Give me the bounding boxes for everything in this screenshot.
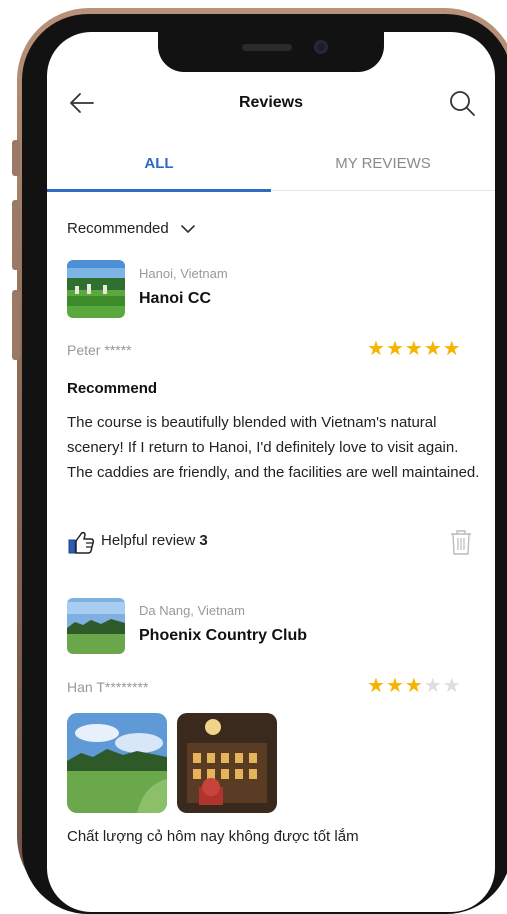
club-name[interactable]: Hanoi CC <box>139 290 211 308</box>
rating-stars: ★★★★★ <box>367 336 462 361</box>
review-body: The course is beautifully blended with V… <box>67 414 480 481</box>
review-title: Recommend <box>67 380 158 397</box>
star-filled-icon: ★ <box>385 675 405 697</box>
search-icon <box>450 91 475 116</box>
star-filled-icon: ★ <box>442 338 462 360</box>
camera-icon <box>314 40 328 54</box>
club-thumbnail[interactable] <box>67 598 125 654</box>
tab-active-indicator <box>47 189 271 192</box>
star-filled-icon: ★ <box>367 675 386 697</box>
page-title: Reviews <box>238 94 304 111</box>
club-location: Da Nang, Vietnam <box>139 603 245 618</box>
star-empty-icon: ★ <box>423 675 443 697</box>
rating-stars: ★★★★★ <box>367 673 462 698</box>
club-thumbnail[interactable] <box>67 260 125 318</box>
phone-volume-down <box>12 290 20 360</box>
club-location: Hanoi, Vietnam <box>139 266 228 281</box>
search-button[interactable] <box>447 88 477 118</box>
star-filled-icon: ★ <box>404 338 424 360</box>
phone-notch <box>158 32 384 72</box>
helpful-button[interactable] <box>67 528 95 556</box>
helpful-review-label: Helpful review 3 <box>101 532 208 549</box>
tab-my-reviews[interactable]: MY REVIEWS <box>271 155 495 172</box>
club-name[interactable]: Phoenix Country Club <box>139 627 307 645</box>
sort-label: Recommended <box>67 220 169 237</box>
star-filled-icon: ★ <box>404 675 424 697</box>
review-body: Chất lượng cỏ hôm nay không được tốt lắm <box>67 828 359 845</box>
review-photo[interactable] <box>177 713 277 813</box>
chevron-down-icon <box>181 225 195 233</box>
star-filled-icon: ★ <box>385 338 405 360</box>
reviewer-name: Peter ***** <box>67 342 132 358</box>
trash-icon <box>451 530 471 555</box>
speaker-grille <box>242 44 292 51</box>
helpful-text: Helpful review <box>101 532 196 549</box>
star-filled-icon: ★ <box>367 338 386 360</box>
phone-volume-up <box>12 200 20 270</box>
app-screen: Reviews ALL MY REVIEWS Recommended Hanoi… <box>47 32 495 912</box>
delete-button[interactable] <box>449 528 473 556</box>
thumbs-up-icon <box>68 531 95 554</box>
sort-dropdown[interactable]: Recommended <box>67 220 195 237</box>
review-photo[interactable] <box>67 713 167 813</box>
reviewer-name: Han T******** <box>67 679 149 695</box>
helpful-count: 3 <box>199 532 208 549</box>
star-empty-icon: ★ <box>442 675 462 697</box>
star-filled-icon: ★ <box>423 338 443 360</box>
phone-side-button <box>12 140 20 176</box>
tab-all[interactable]: ALL <box>47 155 271 172</box>
